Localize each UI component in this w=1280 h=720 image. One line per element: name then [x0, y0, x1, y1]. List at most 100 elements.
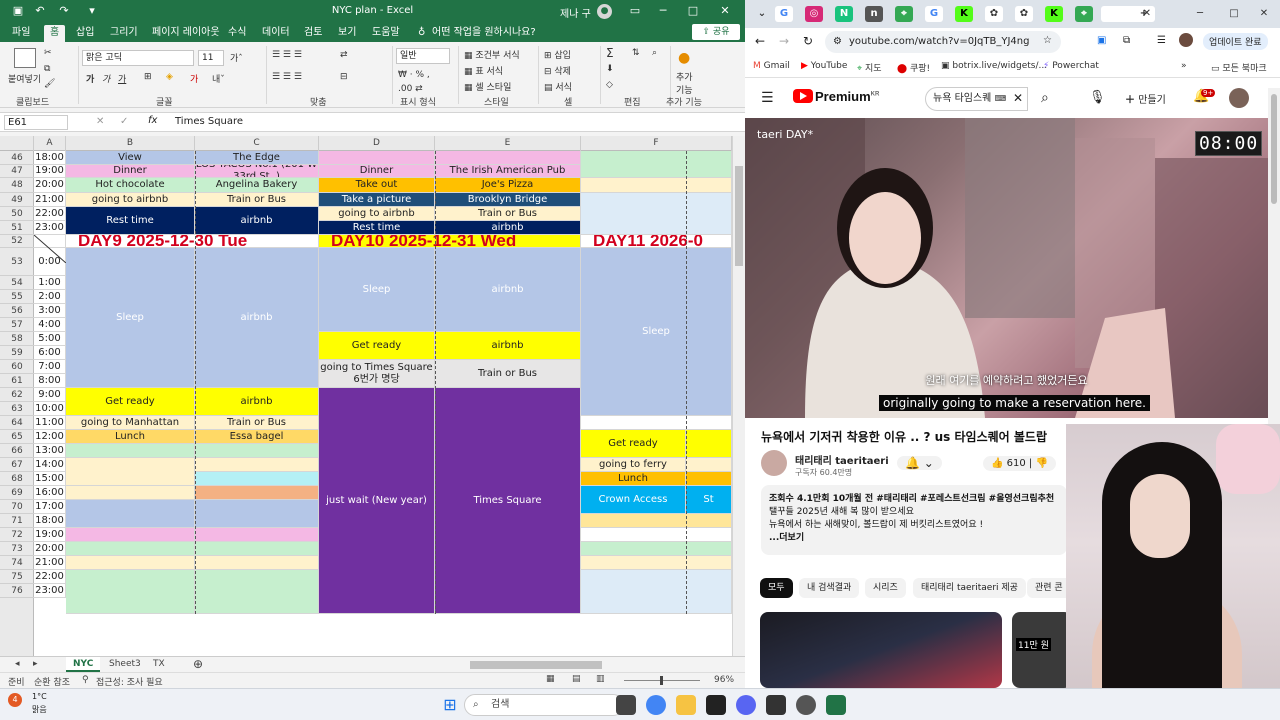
paste-button[interactable]: 붙여넣기	[8, 72, 41, 85]
google-tab-icon-2[interactable]: G	[925, 6, 943, 22]
schedule-cell[interactable]	[686, 430, 732, 458]
time-cell[interactable]: 20:00	[34, 542, 66, 556]
select-all-corner[interactable]	[0, 136, 34, 151]
schedule-cell[interactable]: Essa bagel	[195, 430, 319, 444]
obs-icon[interactable]	[796, 695, 816, 715]
tab-data[interactable]: 데이터	[256, 25, 296, 42]
align-left-icon[interactable]: ☰ ☰ ☰	[272, 72, 302, 82]
status-circular[interactable]: 순환 참조	[34, 675, 70, 688]
schedule-cell[interactable]: going to airbnb	[66, 193, 195, 207]
increase-font-icon[interactable]: 가ˆ	[230, 51, 243, 64]
mic-icon[interactable]: 🎙	[1089, 90, 1106, 105]
schedule-cell[interactable]	[195, 472, 319, 486]
cell-style-button[interactable]: ▦ 셀 스타일	[464, 80, 511, 93]
find-icon[interactable]: ⌕	[652, 48, 657, 58]
row-header[interactable]: 52	[0, 235, 34, 248]
page-scroll-thumb[interactable]	[1271, 94, 1277, 204]
thumbs-down-icon[interactable]: 👎	[1035, 458, 1047, 469]
row-header[interactable]: 66	[0, 444, 34, 458]
bookmark-gmail[interactable]: M Gmail	[753, 61, 790, 71]
row-header[interactable]: 65	[0, 430, 34, 444]
row-header[interactable]: 68	[0, 472, 34, 486]
add-sheet-icon[interactable]: ⊕	[186, 657, 210, 672]
maps-tab-icon[interactable]: ⌖	[895, 6, 913, 22]
instagram-tab-icon[interactable]: ◎	[805, 6, 823, 22]
clear-icon[interactable]: ◇	[606, 80, 613, 90]
row-header[interactable]: 61	[0, 374, 34, 388]
terminal-icon[interactable]	[706, 695, 726, 715]
time-cell[interactable]: 9:00	[34, 388, 66, 402]
back-icon[interactable]: ←	[755, 34, 765, 48]
font-color-icon[interactable]: 가	[190, 72, 198, 85]
row-header[interactable]: 62	[0, 388, 34, 402]
function-icon[interactable]: fx	[148, 115, 157, 126]
menu-icon[interactable]: ☰	[761, 90, 774, 106]
row-header[interactable]: 58	[0, 332, 34, 346]
schedule-cell[interactable]	[686, 472, 732, 486]
chatgpt-tab-icon[interactable]: ✿	[985, 6, 1003, 22]
chatgpt-tab-icon-2[interactable]: ✿	[1015, 6, 1033, 22]
user-name[interactable]: 제나 구	[560, 5, 591, 20]
bookmark-powerchat[interactable]: ⚡ Powerchat	[1043, 61, 1099, 71]
schedule-cell[interactable]	[581, 556, 732, 570]
schedule-cell[interactable]	[195, 528, 319, 542]
worksheet-grid[interactable]: A B C D E F 46 47 48 49 50 51 52 53 54 55 56 57 58 59…	[0, 136, 732, 656]
cancel-icon[interactable]: ✕	[96, 116, 104, 127]
column-header-f[interactable]: F	[581, 136, 732, 151]
account-avatar[interactable]	[1229, 88, 1249, 108]
forward-icon[interactable]: →	[779, 34, 789, 48]
time-cell[interactable]: 18:00	[34, 151, 66, 165]
row-header[interactable]: 49	[0, 193, 34, 207]
currency-icon[interactable]: ₩ · % ,	[398, 70, 430, 80]
tab-page-layout[interactable]: 페이지 레이아웃	[146, 25, 226, 42]
maximize-icon[interactable]: □	[680, 3, 706, 19]
schedule-cell[interactable]: Train or Bus	[195, 416, 319, 430]
avatar[interactable]: ●	[597, 4, 612, 19]
add-in-button[interactable]: 추가 기능	[676, 70, 696, 96]
schedule-cell[interactable]: Brooklyn Bridge	[435, 193, 581, 207]
schedule-cell[interactable]: Take a picture	[319, 193, 435, 207]
zoom-level[interactable]: 96%	[714, 675, 734, 685]
row-header[interactable]: 75	[0, 570, 34, 584]
tab-draw[interactable]: 그리기	[104, 25, 144, 42]
schedule-cell[interactable]	[195, 556, 319, 570]
file-explorer-icon[interactable]	[676, 695, 696, 715]
create-button[interactable]: ＋ 만들기	[1125, 91, 1166, 106]
name-box[interactable]: E61	[4, 115, 68, 130]
tab-formulas[interactable]: 수식	[222, 25, 252, 42]
column-header-e[interactable]: E	[435, 136, 581, 151]
schedule-cell[interactable]	[195, 444, 319, 458]
schedule-cell[interactable]: going to Manhattan	[66, 416, 195, 430]
zoom-slider-thumb[interactable]	[660, 676, 663, 685]
schedule-cell[interactable]	[581, 570, 732, 614]
schedule-cell[interactable]	[581, 514, 732, 528]
schedule-cell[interactable]	[195, 542, 319, 556]
normal-view-icon[interactable]: ▦	[546, 674, 555, 684]
table-format-button[interactable]: ▦ 표 서식	[464, 64, 503, 77]
column-header-b[interactable]: B	[66, 136, 195, 151]
extension-icon[interactable]: ▣	[1097, 35, 1106, 46]
kick-tab-icon-2[interactable]: K	[1045, 6, 1063, 22]
schedule-cell[interactable]	[195, 458, 319, 472]
prev-sheet-icon[interactable]: ◂	[8, 657, 27, 672]
schedule-cell[interactable]	[66, 486, 195, 500]
schedule-cell[interactable]: Joe's Pizza	[435, 178, 581, 193]
schedule-cell[interactable]	[581, 178, 732, 193]
time-cell[interactable]: 10:00	[34, 402, 66, 416]
tell-me-input[interactable]: 어떤 작업을 원하시나요?	[426, 25, 542, 42]
news-tab-icon[interactable]: n	[865, 6, 883, 22]
video-description[interactable]: 조회수 4.1만회 10개월 전 #태리태리 #포레스트선크림 #올영선크림추천…	[761, 485, 1067, 555]
schedule-cell[interactable]	[319, 151, 435, 165]
page-layout-view-icon[interactable]: ▤	[572, 674, 581, 684]
schedule-cell[interactable]: Hot chocolate	[66, 178, 195, 193]
keyboard-icon[interactable]: ⌨	[995, 94, 1007, 103]
reading-list-icon[interactable]: ☰	[1157, 35, 1166, 46]
ribbon-display-icon[interactable]: ▭	[622, 3, 648, 19]
schedule-cell[interactable]: airbnb	[435, 332, 581, 360]
time-cell[interactable]: 19:00	[34, 165, 66, 178]
day-header[interactable]: DAY10 2025-12-31 Wed	[319, 235, 581, 248]
show-more-link[interactable]: ...더보기	[769, 532, 1059, 545]
schedule-cell[interactable]	[195, 500, 319, 528]
time-cell[interactable]: 14:00	[34, 458, 66, 472]
schedule-cell[interactable]: Dinner	[66, 165, 195, 178]
